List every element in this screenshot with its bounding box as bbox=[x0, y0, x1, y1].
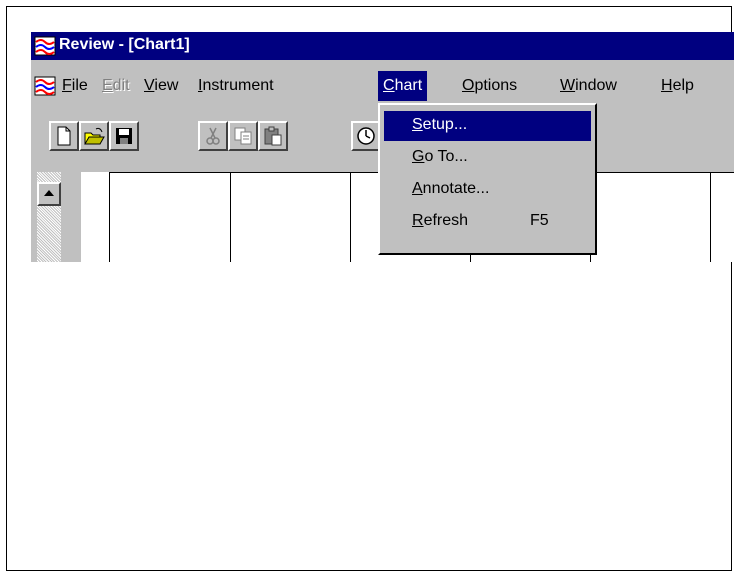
refresh-shortcut: F5 bbox=[530, 212, 549, 229]
title-bar[interactable]: Review - [Chart1] bbox=[31, 32, 734, 60]
go-to-label: o To... bbox=[424, 148, 468, 165]
menu-help-mnemonic: H bbox=[661, 77, 673, 94]
chart-gridline bbox=[710, 172, 711, 262]
save-disk-icon bbox=[116, 128, 132, 144]
clock-icon bbox=[357, 127, 375, 145]
menu-options-mnemonic: O bbox=[462, 77, 475, 94]
annotate-label: nnotate... bbox=[422, 180, 490, 197]
refresh-mnemonic: R bbox=[412, 212, 424, 229]
vertical-scrollbar[interactable] bbox=[31, 172, 81, 262]
annotate-mnemonic: A bbox=[412, 180, 423, 197]
cut-button[interactable] bbox=[198, 121, 228, 151]
refresh-label: efresh bbox=[423, 212, 469, 229]
menu-window[interactable]: Window bbox=[560, 77, 617, 95]
paste-button[interactable] bbox=[258, 121, 288, 151]
menu-edit-mnemonic: E bbox=[102, 77, 113, 94]
setup-label: etup... bbox=[422, 116, 468, 133]
menu-chart-label: hart bbox=[394, 77, 423, 94]
app-chart-icon bbox=[34, 36, 56, 56]
menu-view[interactable]: View bbox=[144, 77, 178, 95]
menu-item-annotate[interactable]: Annotate... bbox=[384, 175, 591, 205]
new-button[interactable] bbox=[49, 121, 79, 151]
setup-mnemonic: S bbox=[412, 116, 423, 133]
menu-window-mnemonic: W bbox=[560, 77, 576, 94]
open-folder-icon bbox=[84, 127, 105, 145]
menu-options-label: ptions bbox=[474, 77, 518, 94]
menu-file[interactable]: File bbox=[62, 77, 88, 95]
menu-item-setup[interactable]: Setup... bbox=[384, 111, 591, 141]
paste-icon bbox=[264, 126, 282, 146]
document-chart-icon[interactable] bbox=[34, 76, 56, 96]
copy-button[interactable] bbox=[228, 121, 258, 151]
menu-chart-mnemonic: C bbox=[383, 77, 395, 94]
application-window: Review - [Chart1] File Edit View Instrum… bbox=[31, 32, 734, 262]
menu-view-mnemonic: V bbox=[144, 77, 155, 94]
chart-gridline bbox=[350, 172, 351, 262]
menu-item-go-to[interactable]: Go To... bbox=[384, 143, 591, 173]
new-document-icon bbox=[57, 126, 71, 146]
menu-view-label: iew bbox=[154, 77, 179, 94]
menu-options[interactable]: Options bbox=[462, 77, 517, 95]
menu-bar: File Edit View Instrument Chart Options … bbox=[31, 71, 734, 101]
cut-scissors-icon bbox=[206, 127, 220, 145]
scroll-up-arrow-icon[interactable] bbox=[37, 182, 61, 206]
menu-help[interactable]: Help bbox=[661, 77, 694, 95]
clock-button[interactable] bbox=[351, 121, 381, 151]
copy-icon bbox=[234, 127, 252, 145]
open-button[interactable] bbox=[79, 121, 109, 151]
save-button[interactable] bbox=[109, 121, 139, 151]
menu-chart[interactable]: Chart bbox=[378, 71, 428, 101]
menu-window-label: indow bbox=[575, 77, 617, 94]
menu-edit[interactable]: Edit bbox=[102, 77, 130, 95]
menu-item-refresh[interactable]: Refresh F5 bbox=[384, 207, 591, 237]
chart-dropdown-menu: Setup... Go To... Annotate... Refresh F5 bbox=[378, 103, 597, 255]
menu-instrument[interactable]: Instrument bbox=[198, 77, 274, 95]
menu-file-label: ile bbox=[71, 77, 88, 94]
go-to-mnemonic: G bbox=[412, 148, 425, 165]
chart-gridline bbox=[109, 172, 110, 262]
menu-edit-label: dit bbox=[112, 77, 130, 94]
chart-gridline bbox=[230, 172, 231, 262]
menu-file-mnemonic: F bbox=[62, 77, 72, 94]
menu-help-label: elp bbox=[672, 77, 694, 94]
menu-instrument-label: nstrument bbox=[202, 77, 274, 94]
window-title: Review - [Chart1] bbox=[59, 36, 190, 53]
